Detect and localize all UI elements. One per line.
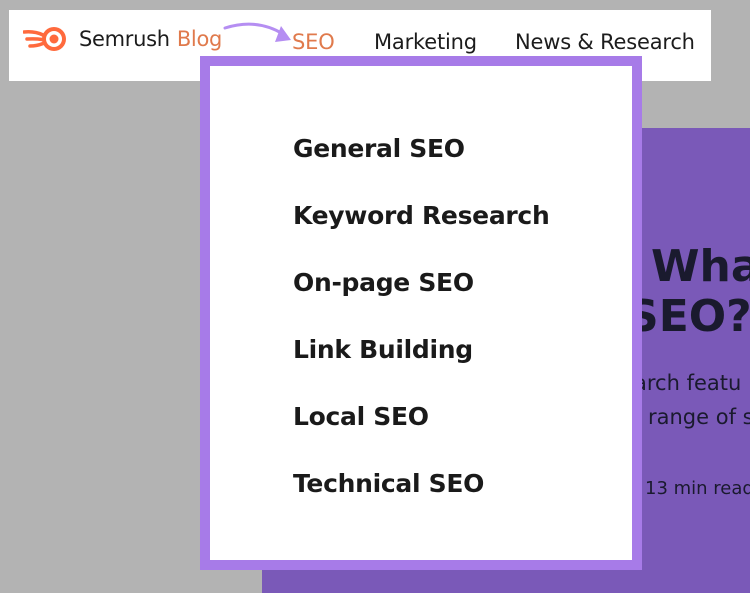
brand-logo[interactable]: Semrush Blog [23, 24, 222, 54]
semrush-fireball-icon [23, 27, 66, 51]
menu-item-on-page-seo[interactable]: On-page SEO [293, 268, 474, 297]
menu-item-keyword-research[interactable]: Keyword Research [293, 201, 550, 230]
article-title[interactable]: What SEO? [627, 242, 750, 342]
article-title-line2: SEO? [627, 291, 750, 342]
brand-suffix: Blog [176, 27, 223, 51]
nav-item-seo[interactable]: SEO [292, 30, 335, 54]
nav-item-news-research[interactable]: News & Research [515, 30, 695, 54]
menu-item-local-seo[interactable]: Local SEO [293, 402, 429, 431]
article-title-line1: What [651, 241, 750, 292]
read-time: 13 min read [645, 478, 750, 499]
nav-item-marketing[interactable]: Marketing [374, 30, 477, 54]
menu-item-technical-seo[interactable]: Technical SEO [293, 469, 484, 498]
menu-item-general-seo[interactable]: General SEO [293, 134, 465, 163]
seo-dropdown-menu: General SEO Keyword Research On-page SEO… [200, 56, 642, 570]
brand-name: Semrush [79, 27, 170, 51]
menu-item-link-building[interactable]: Link Building [293, 335, 473, 364]
